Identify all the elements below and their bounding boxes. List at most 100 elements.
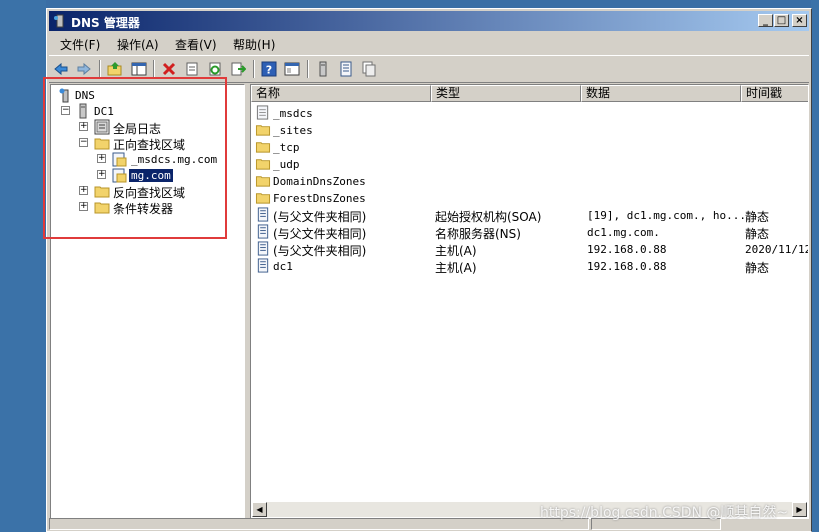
folder-icon — [94, 186, 110, 198]
record-icon — [257, 207, 269, 222]
cell-name: _tcp — [273, 141, 300, 154]
expand-toggle[interactable]: + — [97, 154, 106, 163]
list-item[interactable]: _msdcs — [251, 104, 808, 121]
server-icon[interactable] — [315, 61, 331, 77]
minimize-button[interactable]: _ — [758, 14, 773, 27]
list-item[interactable]: ForestDnsZones — [251, 189, 808, 206]
cell-data: [19], dc1.mg.com., ho... — [587, 209, 746, 222]
list-item[interactable]: DomainDnsZones — [251, 172, 808, 189]
console-tree: DNS − DC1 + 全局日志 − 正向查找区域 + _msdcs.mg.co… — [50, 84, 245, 519]
cell-timestamp: 2020/11/12 — [745, 243, 809, 256]
record-icon[interactable] — [338, 61, 354, 77]
tree-label-dc1: DC1 — [94, 105, 114, 118]
refresh-icon[interactable] — [207, 61, 223, 77]
folder-icon — [94, 138, 110, 150]
menu-bar: 文件(F) 操作(A) 查看(V) 帮助(H) — [49, 33, 809, 53]
tree-label-zone-mg: mg.com — [129, 169, 173, 182]
maximize-button[interactable]: □ — [774, 14, 789, 27]
column-header-timestamp[interactable]: 时间戳 — [741, 85, 808, 102]
folder-icon — [255, 193, 271, 204]
cell-name: DomainDnsZones — [273, 175, 366, 188]
menu-action[interactable]: 操作(A) — [117, 36, 159, 53]
desktop-background — [0, 0, 46, 532]
list-item[interactable]: dc1 主机(A) 192.168.0.88 静态 — [251, 257, 808, 275]
status-cell-main — [49, 518, 589, 530]
svg-text:?: ? — [266, 64, 272, 77]
tree-item-conditional-forwarders[interactable]: + 条件转发器 — [51, 199, 241, 216]
column-header-type[interactable]: 类型 — [431, 85, 581, 102]
delete-icon[interactable] — [161, 61, 177, 77]
export-list-icon[interactable] — [230, 61, 246, 77]
tree-label-dns: DNS — [75, 89, 95, 102]
list-item[interactable]: _udp — [251, 155, 808, 172]
back-icon[interactable] — [53, 61, 69, 77]
list-item[interactable]: _sites — [251, 121, 808, 138]
toolbar: ? — [49, 55, 809, 83]
expand-toggle[interactable]: + — [79, 202, 88, 211]
copy-icon[interactable] — [361, 61, 377, 77]
list-item[interactable]: _tcp — [251, 138, 808, 155]
folder-icon — [255, 159, 271, 170]
column-header-name[interactable]: 名称 — [251, 85, 431, 102]
folder-icon — [255, 125, 271, 136]
list-item[interactable]: (与父文件夹相同) 起始授权机构(SOA) [19], dc1.mg.com., h… — [251, 206, 808, 224]
dns-root-icon — [59, 88, 69, 103]
menu-view[interactable]: 查看(V) — [175, 36, 217, 53]
zone-icon — [112, 168, 127, 183]
expand-toggle[interactable]: + — [97, 170, 106, 179]
tree-item-dc1[interactable]: − DC1 — [51, 103, 241, 119]
cell-data: dc1.mg.com. — [587, 226, 660, 239]
scroll-left-button[interactable]: ◀ — [252, 502, 267, 517]
title-bar[interactable]: DNS 管理器 _ □ × — [49, 11, 809, 31]
show-hide-tree-icon[interactable] — [131, 61, 147, 77]
records-list: 名称 类型 数据 时间戳 _msdcs _sites _tcp _udp DomainD… — [250, 84, 809, 519]
folder-icon — [255, 142, 271, 153]
cell-name: ForestDnsZones — [273, 192, 366, 205]
dns-server-icon — [54, 14, 64, 28]
cell-type: 主机(A) — [435, 261, 477, 275]
forward-icon[interactable] — [76, 61, 92, 77]
folder-icon — [255, 176, 271, 187]
tree-item-global-logs[interactable]: + 全局日志 — [51, 119, 241, 136]
console-icon[interactable] — [284, 61, 300, 77]
tree-item-reverse-zones[interactable]: + 反向查找区域 — [51, 183, 241, 200]
tree-label-conditional-forwarders: 条件转发器 — [113, 202, 174, 216]
cell-name: _udp — [273, 158, 300, 171]
delegated-folder-icon — [256, 105, 269, 120]
tree-item-forward-zones[interactable]: − 正向查找区域 — [51, 135, 241, 152]
menu-file[interactable]: 文件(F) — [60, 36, 100, 53]
collapse-toggle[interactable]: − — [79, 138, 88, 147]
up-folder-icon[interactable] — [107, 61, 123, 77]
menu-help[interactable]: 帮助(H) — [233, 36, 275, 53]
record-icon — [257, 224, 269, 239]
close-button[interactable]: × — [792, 14, 807, 27]
record-icon — [257, 258, 269, 273]
tree-item-dns[interactable]: DNS — [51, 87, 241, 103]
toolbar-separator — [253, 60, 255, 78]
window-title: DNS 管理器 — [71, 16, 140, 30]
column-header-data[interactable]: 数据 — [581, 85, 741, 102]
toolbar-separator — [307, 60, 309, 78]
scroll-right-button[interactable]: ▶ — [792, 502, 807, 517]
tree-item-zone-mg[interactable]: + mg.com — [51, 167, 241, 183]
watermark: https://blog.csdn.CSDN @顺其自然~ — [540, 505, 789, 521]
expand-toggle[interactable]: + — [79, 122, 88, 131]
cell-data: 192.168.0.88 — [587, 243, 667, 256]
list-item[interactable]: (与父文件夹相同) 名称服务器(NS) dc1.mg.com. 静态 — [251, 223, 808, 241]
list-item[interactable]: (与父文件夹相同) 主机(A) 192.168.0.88 2020/11/12 — [251, 240, 809, 258]
collapse-toggle[interactable]: − — [61, 106, 70, 115]
properties-icon[interactable] — [184, 61, 200, 77]
server-icon — [79, 103, 87, 119]
help-icon[interactable]: ? — [261, 61, 277, 77]
event-log-icon — [94, 119, 110, 135]
folder-icon — [94, 202, 110, 214]
dns-manager-window: DNS 管理器 _ □ × 文件(F) 操作(A) 查看(V) 帮助(H) ? … — [46, 8, 812, 532]
tree-label-zone-msdcs: _msdcs.mg.com — [131, 153, 218, 166]
cell-name: _msdcs — [273, 107, 313, 120]
expand-toggle[interactable]: + — [79, 186, 88, 195]
desktop-background-right — [811, 0, 819, 532]
cell-timestamp: 静态 — [745, 261, 770, 275]
record-icon — [257, 241, 269, 256]
cell-data: 192.168.0.88 — [587, 260, 667, 273]
tree-item-zone-msdcs[interactable]: + _msdcs.mg.com — [51, 151, 241, 167]
